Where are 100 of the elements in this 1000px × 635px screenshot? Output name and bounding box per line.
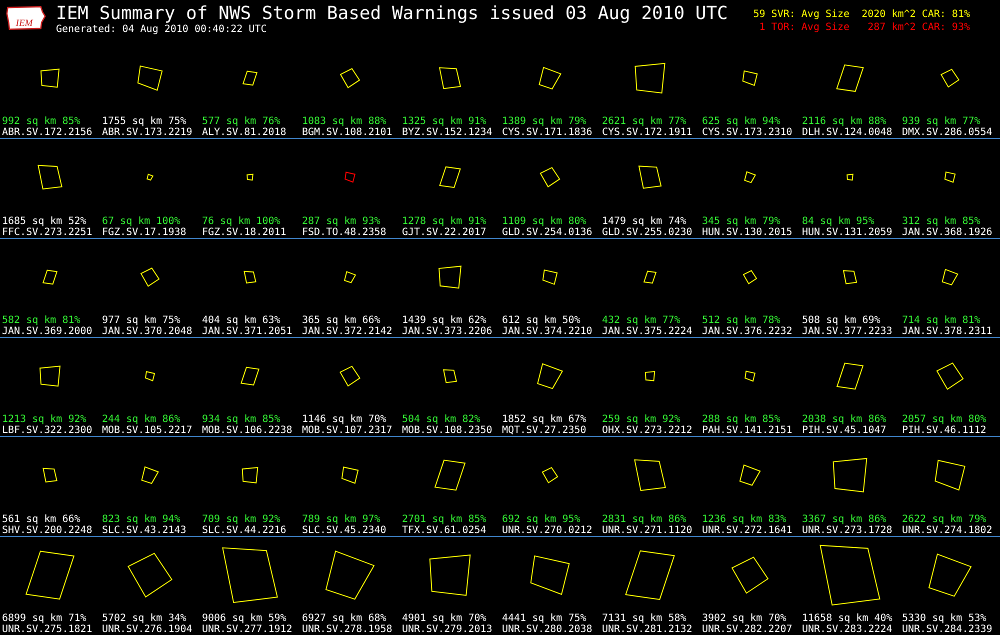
warning-id: DMX.SV.286.0554: [902, 127, 994, 138]
warning-stats: 312 sq km 85%: [902, 216, 980, 227]
warning-id: UNR.SV.271.1120: [602, 524, 694, 536]
warning-stats: 2116 sq km 88%: [802, 116, 888, 128]
warning-stats: 345 sq km 79%: [702, 216, 780, 227]
warning-stats: 1278 sq km 91%: [402, 216, 488, 227]
warning-id: CYS.SV.173.2310: [702, 127, 794, 138]
warning-stats: 561 sq km 66%: [2, 514, 80, 525]
warning-stats: 789 sq km 97%: [302, 514, 380, 525]
warning-stats: 84 sq km 95%: [802, 216, 874, 227]
warning-stats: 7131 sq km 58%: [602, 612, 686, 624]
warning-id: UNR.SV.275.1821: [2, 624, 94, 635]
warning-id: OHX.SV.273.2212: [602, 425, 694, 436]
warning-stats: 5330 sq km 53%: [902, 612, 986, 624]
warning-stats: 259 sq km 92%: [602, 414, 682, 426]
warning-stats: 1146 sq km 70%: [302, 414, 388, 426]
warning-id: BGM.SV.108.2101: [302, 127, 394, 138]
warning-stats: 709 sq km 92%: [202, 514, 280, 525]
warning-id: JAN.SV.372.2142: [302, 326, 394, 337]
warning-id: SHV.SV.200.2248: [2, 524, 94, 536]
warning-stats: 1755 sq km 75%: [102, 116, 188, 128]
warning-id: HUN.SV.130.2015: [702, 226, 794, 238]
warning-stats: 288 sq km 85%: [702, 414, 782, 426]
warning-id: CYS.SV.171.1836: [502, 127, 594, 138]
warning-stats: 2701 sq km 85%: [402, 514, 488, 525]
logo-icon: IEM: [6, 4, 46, 32]
warning-stats: 577 sq km 76%: [202, 116, 282, 128]
warning-stats: 625 sq km 94%: [702, 116, 782, 128]
warning-id: JAN.SV.377.2233: [802, 326, 894, 337]
warning-stats: 1479 sq km 74%: [602, 216, 686, 227]
warning-id: SLC.SV.44.2216: [202, 524, 288, 536]
warning-stats: 612 sq km 50%: [502, 314, 580, 326]
warning-id: ALY.SV.81.2018: [202, 127, 288, 138]
warning-stats: 1109 sq km 80%: [502, 216, 586, 227]
warning-stats: 2831 sq km 86%: [602, 514, 686, 525]
warning-stats: 4441 sq km 75%: [502, 612, 586, 624]
warning-id: MOB.SV.105.2217: [102, 425, 194, 436]
warning-id: FFC.SV.273.2251: [2, 226, 94, 238]
warning-stats: 4901 sq km 70%: [402, 612, 486, 624]
generated-time: Generated: 04 Aug 2010 00:40:22 UTC: [56, 24, 268, 36]
warning-id: SLC.SV.43.2143: [102, 524, 188, 536]
summary-stats: 59 SVR: Avg Size 2020 km^2 CAR: 81%: [753, 8, 970, 21]
warning-id: JAN.SV.373.2206: [402, 326, 494, 337]
warning-id: UNR.SV.283.2224: [802, 624, 894, 635]
warning-stats: 244 sq km 86%: [102, 414, 182, 426]
warning-stats: 2038 sq km 86%: [802, 414, 888, 426]
warning-stats: 1213 sq km 92%: [2, 414, 88, 426]
warning-id: SLC.SV.45.2340: [302, 524, 388, 536]
warning-stats: 287 sq km 93%: [302, 216, 380, 227]
warning-id: UNR.SV.284.2339: [902, 624, 994, 635]
warning-stats: 2622 sq km 79%: [902, 514, 986, 525]
page-title: IEM Summary of NWS Storm Based Warnings issued 03 Aug 2010 UTC: [56, 4, 729, 24]
warning-stats: 1439 sq km 62%: [402, 314, 486, 326]
warning-stats: 692 sq km 95%: [502, 514, 580, 525]
warning-stats: 1389 sq km 79%: [502, 116, 588, 128]
warning-id: GLD.SV.255.0230: [602, 226, 694, 238]
warning-id: JAN.SV.369.2000: [2, 326, 94, 337]
warning-id: DLH.SV.124.0048: [802, 127, 894, 138]
warning-id: JAN.SV.370.2048: [102, 326, 194, 337]
warning-stats: 512 sq km 78%: [702, 314, 780, 326]
warning-stats: 404 sq km 63%: [202, 314, 280, 326]
warning-stats: 504 sq km 82%: [402, 414, 482, 426]
warning-stats: 934 sq km 85%: [202, 414, 282, 426]
warning-stats: 2057 sq km 80%: [902, 414, 988, 426]
warning-id: FSD.TO.48.2358: [302, 226, 388, 238]
warning-id: PIH.SV.45.1047: [802, 425, 888, 436]
warning-id: JAN.SV.375.2224: [602, 326, 694, 337]
warning-id: UNR.SV.282.2207: [702, 624, 794, 635]
warning-id: MOB.SV.108.2350: [402, 425, 494, 436]
warning-id: GJT.SV.22.2017: [402, 226, 488, 238]
warning-id: JAN.SV.376.2232: [702, 326, 794, 337]
warning-stats: 1852 sq km 67%: [502, 414, 588, 426]
warning-id: PAH.SV.141.2151: [702, 425, 794, 436]
warning-id: UNR.SV.280.2038: [502, 624, 594, 635]
warning-stats: 1236 sq km 83%: [702, 514, 786, 525]
warning-id: MQT.SV.27.2350: [502, 425, 588, 436]
warning-id: UNR.SV.274.1802: [902, 524, 994, 536]
warning-stats: 1685 sq km 52%: [2, 216, 86, 227]
warning-stats: 3902 sq km 70%: [702, 612, 786, 624]
warning-stats: 67 sq km 100%: [102, 216, 180, 227]
warning-stats: 3367 sq km 86%: [802, 514, 886, 525]
warning-id: UNR.SV.281.2132: [602, 624, 694, 635]
summary-stats: 1 TOR: Avg Size 287 km^2 CAR: 93%: [758, 21, 970, 34]
warning-id: GLD.SV.254.0136: [502, 226, 594, 238]
warning-stats: 365 sq km 66%: [302, 314, 380, 326]
warning-id: ABR.SV.172.2156: [2, 127, 94, 138]
warning-id: LBF.SV.322.2300: [2, 425, 94, 436]
warning-id: UNR.SV.277.1912: [202, 624, 294, 635]
warning-stats: 1325 sq km 91%: [402, 116, 488, 128]
warning-stats: 992 sq km 85%: [2, 116, 82, 128]
warning-stats: 6899 sq km 71%: [2, 612, 86, 624]
warning-id: UNR.SV.270.0212: [502, 524, 594, 536]
warning-id: HUN.SV.131.2059: [802, 226, 894, 238]
warning-stats: 823 sq km 94%: [102, 514, 180, 525]
warning-stats: 714 sq km 81%: [902, 314, 980, 326]
warning-id: JAN.SV.371.2051: [202, 326, 294, 337]
warning-id: FGZ.SV.17.1938: [102, 226, 188, 238]
warning-stats: 2621 sq km 77%: [602, 116, 688, 128]
warning-id: CYS.SV.172.1911: [602, 127, 694, 138]
warning-id: MOB.SV.107.2317: [302, 425, 394, 436]
